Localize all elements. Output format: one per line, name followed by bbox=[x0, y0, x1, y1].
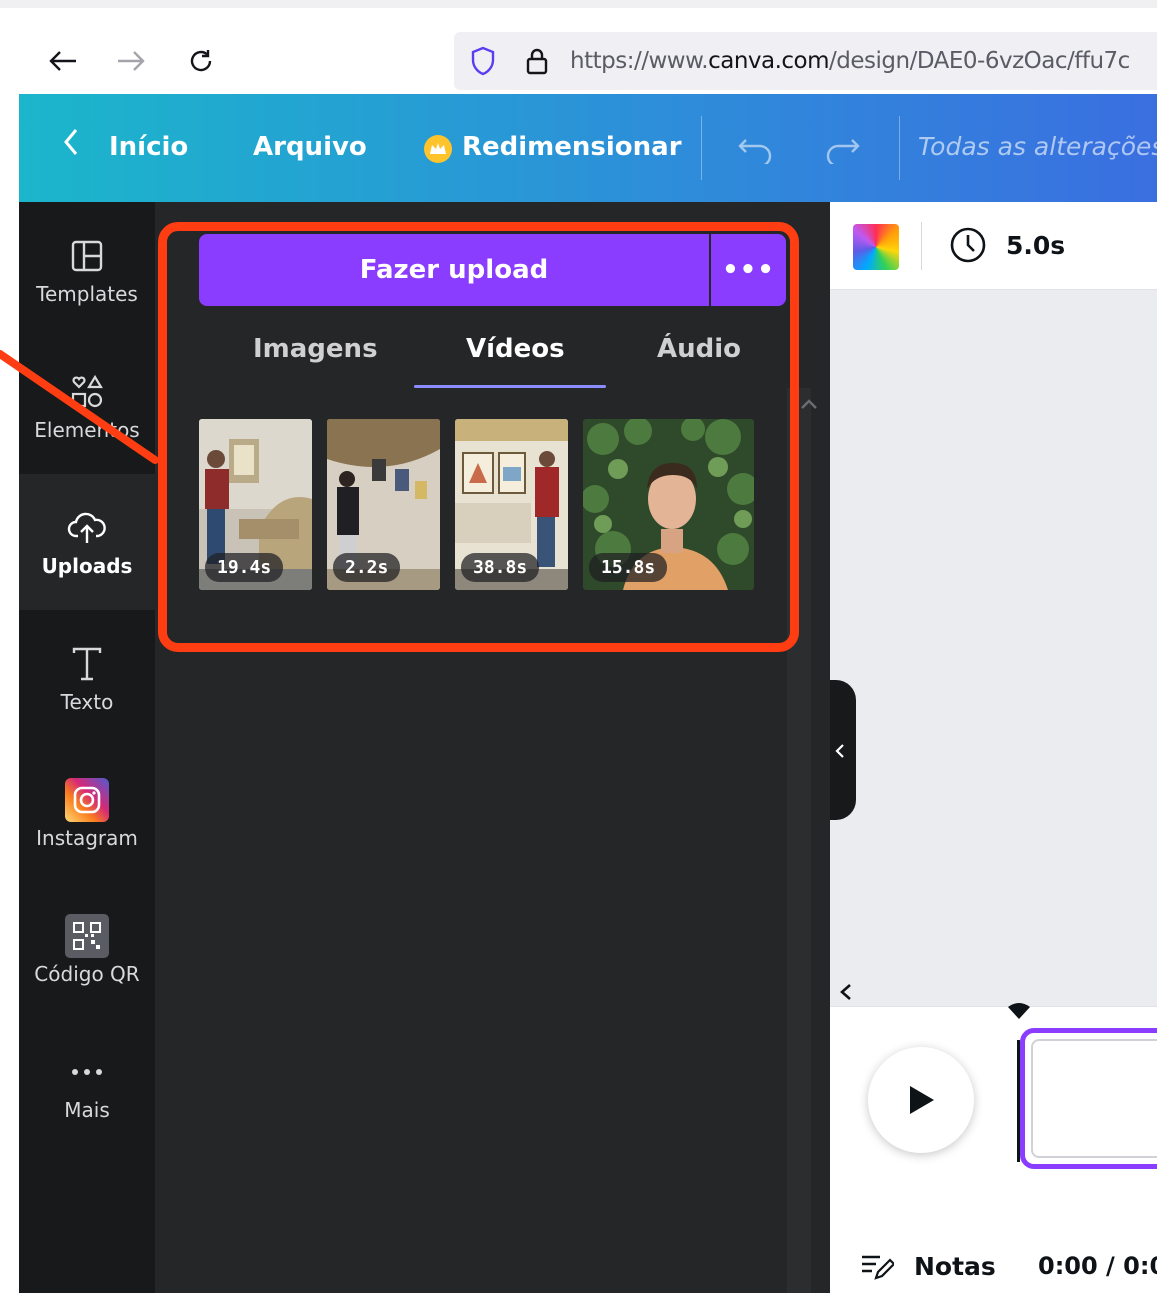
sidebar-item-instagram[interactable]: Instagram bbox=[19, 746, 155, 882]
upload-cloud-icon bbox=[65, 506, 109, 550]
sidebar-item-label: Instagram bbox=[36, 826, 138, 850]
crown-icon bbox=[423, 134, 453, 171]
annotation-arrow-icon bbox=[0, 350, 159, 464]
chevron-left-icon[interactable] bbox=[63, 127, 79, 165]
chevron-left-icon bbox=[834, 742, 846, 764]
browser-toolbar: https://www.canva.com/design/DAE0-6vzOac… bbox=[0, 0, 1157, 94]
sidebar-item-text[interactable]: Texto bbox=[19, 610, 155, 746]
sidebar-item-label: Mais bbox=[64, 1098, 110, 1122]
canvas-area bbox=[830, 290, 1157, 1006]
play-button[interactable] bbox=[868, 1047, 974, 1153]
back-arrow-icon[interactable] bbox=[46, 44, 80, 78]
page-duration[interactable]: 5.0s bbox=[1006, 231, 1065, 260]
sidebar-item-label: Código QR bbox=[34, 962, 140, 986]
clock-icon[interactable] bbox=[949, 226, 987, 268]
notes-button[interactable]: Notas bbox=[914, 1252, 996, 1281]
chevron-up-icon[interactable] bbox=[799, 396, 819, 415]
collapse-panel-button[interactable] bbox=[830, 680, 856, 820]
instagram-icon bbox=[65, 778, 109, 822]
undo-icon[interactable] bbox=[737, 134, 775, 171]
shield-icon[interactable] bbox=[470, 46, 496, 80]
forward-arrow-icon[interactable] bbox=[114, 44, 148, 78]
save-status: Todas as alterações bbox=[918, 132, 1157, 161]
timeline-clip[interactable] bbox=[1020, 1028, 1157, 1169]
file-menu-button[interactable]: Arquivo bbox=[253, 132, 367, 162]
resize-button[interactable]: Redimensionar bbox=[462, 132, 682, 162]
sidebar-item-qr-code[interactable]: Código QR bbox=[19, 882, 155, 1018]
lock-icon[interactable] bbox=[524, 46, 550, 80]
sidebar-item-label: Uploads bbox=[41, 554, 133, 578]
playhead[interactable] bbox=[1017, 1040, 1020, 1162]
sidebar-item-uploads[interactable]: Uploads bbox=[19, 474, 155, 610]
playhead-handle-icon[interactable] bbox=[1008, 1003, 1030, 1019]
header-divider bbox=[899, 116, 900, 180]
sidebar-item-templates[interactable]: Templates bbox=[19, 202, 155, 338]
address-bar[interactable]: https://www.canva.com/design/DAE0-6vzOac… bbox=[454, 32, 1157, 90]
sidebar-item-label: Templates bbox=[36, 282, 138, 306]
more-dots-icon bbox=[65, 1050, 109, 1094]
toolbar-divider bbox=[921, 222, 922, 270]
qr-code-icon bbox=[65, 914, 109, 958]
highlight-annotation bbox=[158, 222, 799, 652]
sidebar-item-more[interactable]: Mais bbox=[19, 1018, 155, 1154]
header-divider bbox=[701, 116, 702, 180]
text-icon bbox=[65, 642, 109, 686]
color-picker-icon[interactable] bbox=[853, 224, 899, 270]
url-text[interactable]: https://www.canva.com/design/DAE0-6vzOac… bbox=[570, 48, 1130, 74]
reload-icon[interactable] bbox=[184, 44, 218, 78]
play-icon bbox=[910, 1086, 934, 1114]
templates-icon bbox=[65, 234, 109, 278]
page-edge bbox=[0, 94, 19, 1293]
redo-icon[interactable] bbox=[823, 134, 861, 171]
home-button[interactable]: Início bbox=[109, 132, 188, 162]
time-readout: 0:00 / 0:05 bbox=[1038, 1252, 1157, 1280]
chevron-left-icon[interactable] bbox=[838, 982, 854, 1006]
clip-thumbnail bbox=[1031, 1039, 1157, 1158]
notes-icon[interactable] bbox=[860, 1252, 896, 1286]
sidebar-item-label: Texto bbox=[60, 690, 114, 714]
canva-header: Início Arquivo Redimensionar Todas as al… bbox=[19, 94, 1157, 202]
